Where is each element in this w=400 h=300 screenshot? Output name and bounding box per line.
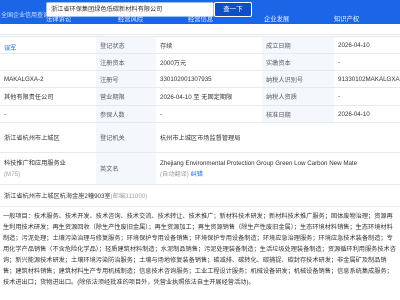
value-org-code: MAKALGXA-2 — [0, 71, 96, 87]
value-company-type: 其他有限责任公司 — [0, 88, 96, 105]
label-approval-date: 核准日期 — [262, 106, 334, 122]
label-registration-status: 登记状态 — [96, 37, 156, 53]
table-row: 登记状态 存续 成立日期 2026-04-10 — [0, 36, 400, 53]
label-taxpayer-id: 纳税人识别号 — [262, 71, 334, 87]
english-name-cell: Zhejiang Environmental Protection Group … — [156, 153, 400, 184]
value-industry-code: (M75) — [4, 170, 21, 178]
tab-legal[interactable]: 法律诉讼 — [46, 15, 71, 25]
auto-translate-note: (自动翻译) — [160, 170, 189, 178]
value-postcode: (邮编311000) — [110, 193, 148, 200]
address-cell: 浙江省杭州市上城区杭海金座2幢903室 (邮编311000) — [0, 185, 400, 206]
value-registration-number: 330102001307935 — [156, 71, 262, 87]
value-paid-capital: - — [334, 54, 400, 70]
value-english-name: Zhejiang Environmental Protection Group … — [160, 159, 358, 167]
nav-tabs: 法律诉讼 经营风险 经营信息 企业发展 知识产权 — [0, 15, 400, 25]
business-scope: 一般项目：技术服务、技术开发、技术咨询、技术交流、技术转让、技术推广；新材料技术… — [0, 206, 400, 300]
value-registered-capital: 2000万元 — [156, 54, 262, 70]
value-registration-status: 存续 — [156, 37, 262, 53]
value-region: 浙江省杭州市上城区 — [0, 123, 96, 152]
label-founding-date: 成立日期 — [262, 37, 334, 53]
value-business-term: 2026-04-10 至 无固定期限 — [156, 88, 262, 105]
top-header: 全国企业信用查询 浙江省环保集团绿色低碳新材料有限公司 查一下 法律诉讼 经营风… — [0, 0, 400, 24]
value-founding-date: 2026-04-10 — [334, 37, 400, 53]
value-taxpayer-id: 91330102MAKALGXA-2 — [334, 71, 400, 87]
table-row: 其他有限责任公司 营业期限 2026-04-10 至 无固定期限 纳税人资质 - — [0, 87, 400, 105]
value-approval-date: 2026-04-10 — [334, 106, 400, 122]
table-row: - 参保人数 - 核准日期 2026-04-10 — [0, 105, 400, 122]
tab-development[interactable]: 企业发展 — [264, 15, 289, 25]
correction-link[interactable]: 纠错 — [191, 171, 203, 178]
label-registration-number: 注册号 — [96, 71, 156, 87]
industry-cell: 科技推广和应用服务业 (M75) — [0, 153, 96, 184]
tab-operation[interactable]: 经营信息 — [188, 15, 213, 25]
value-staff-size: - — [0, 106, 96, 122]
table-row: MAKALGXA-2 注册号 330102001307935 纳税人识别号 91… — [0, 70, 400, 87]
value-insured-count: - — [156, 106, 262, 122]
label-registered-capital: 注册资本 — [96, 54, 156, 70]
table-row: 科技推广和应用服务业 (M75) 英文名 Zhejiang Environmen… — [0, 152, 400, 184]
value-industry: 科技推广和应用服务业 — [4, 159, 66, 167]
table-row: 浙江省杭州市上城区 登记机关 杭州市上城区市场监督管理局 — [0, 122, 400, 152]
table-row: 注册资本 2000万元 实缴资本 - — [0, 53, 400, 70]
label-paid-capital: 实缴资本 — [262, 54, 334, 70]
tab-risk[interactable]: 经营风险 — [118, 15, 143, 25]
value-taxpayer-qualification: - — [334, 88, 400, 105]
label-taxpayer-qualification: 纳税人资质 — [262, 88, 334, 105]
label-english-name: 英文名 — [96, 153, 156, 184]
value-registration-authority: 杭州市上城区市场监督管理局 — [156, 123, 400, 152]
label-insured-count: 参保人数 — [96, 106, 156, 122]
label-registration-authority: 登记机关 — [96, 123, 156, 152]
value-address: 浙江省杭州市上城区杭海金座2幢903室 — [4, 193, 111, 200]
label-business-term: 营业期限 — [96, 88, 156, 105]
business-scope-text: 一般项目：技术服务、技术开发、技术咨询、技术交流、技术转让、技术推广；新材料技术… — [3, 213, 396, 286]
tab-ip[interactable]: 知识产权 — [334, 15, 359, 25]
table-row: 浙江省杭州市上城区杭海金座2幢903室 (邮编311000) — [0, 184, 400, 206]
